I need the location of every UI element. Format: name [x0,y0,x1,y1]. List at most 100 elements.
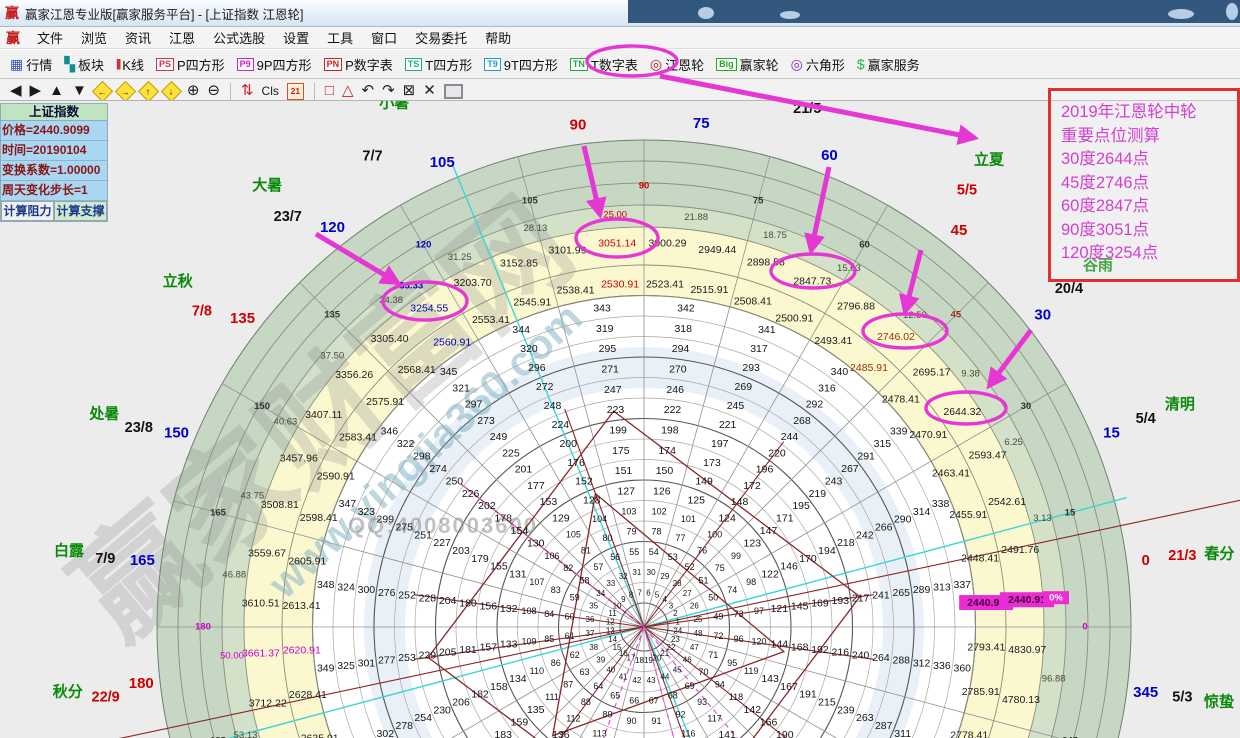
toolbar-item-t-number-table[interactable]: TNT数字表 [564,52,644,76]
svg-text:112: 112 [566,713,580,723]
svg-text:0: 0 [1141,552,1149,569]
svg-text:294: 294 [672,343,690,355]
square-tool-icon[interactable]: □ [325,81,334,101]
toolbar-item-t-square[interactable]: TST四方形 [399,52,478,76]
screen-display-icon[interactable] [444,84,463,99]
toolbar-item-sectors[interactable]: ▚板块 [58,52,110,76]
toolbar-item-p-square[interactable]: PSP四方形 [150,52,231,76]
svg-text:301: 301 [358,657,376,669]
svg-text:42: 42 [632,676,641,685]
menu-tools[interactable]: 工具 [318,28,362,47]
winner-wheel-icon: Big [716,58,737,71]
9p-square-label: 9P四方形 [257,55,312,74]
svg-text:338: 338 [932,498,950,510]
svg-text:343: 343 [593,303,611,315]
svg-text:2568.41: 2568.41 [398,364,436,376]
svg-text:94: 94 [715,680,725,690]
shift-up-icon[interactable]: ↑ [138,80,159,101]
svg-text:129: 129 [552,512,570,524]
rotate-cw-icon[interactable]: ↷ [382,81,395,101]
svg-text:191: 191 [799,689,817,701]
svg-text:272: 272 [536,381,554,393]
cls-button[interactable]: Cls [262,81,279,101]
toolbar-item-p-number-table[interactable]: PNP数字表 [318,52,399,76]
toolbar-item-9t-square[interactable]: T99T四方形 [478,52,564,76]
svg-text:47: 47 [690,643,699,652]
menu-gann[interactable]: 江恩 [160,28,204,47]
svg-text:80: 80 [602,533,612,543]
toolbar-item-9p-square[interactable]: P99P四方形 [231,52,318,76]
menu-info[interactable]: 资讯 [116,28,160,47]
svg-text:3356.26: 3356.26 [335,369,373,381]
page-down-icon[interactable]: ▼ [72,81,87,101]
svg-text:7: 7 [637,588,642,597]
svg-text:2793.41: 2793.41 [967,642,1005,654]
svg-text:316: 316 [818,382,836,394]
svg-text:198: 198 [661,424,679,436]
svg-text:177: 177 [527,480,545,492]
triangle-tool-icon[interactable]: △ [342,81,354,101]
zoom-out-icon[interactable]: ⊖ [207,81,220,101]
svg-text:85: 85 [544,634,554,644]
calendar-icon[interactable]: 21 [287,83,304,100]
svg-text:265: 265 [893,587,911,599]
svg-text:288: 288 [893,655,911,667]
toolbar-item-kline[interactable]: |||K线 [110,52,150,76]
svg-text:25: 25 [694,615,703,624]
svg-text:2553.41: 2553.41 [472,314,510,326]
svg-text:15.63: 15.63 [837,263,861,274]
anno-level-30: 30度2644点 [1061,148,1237,172]
menu-help[interactable]: 帮助 [476,28,520,47]
svg-text:86: 86 [551,658,561,668]
svg-text:267: 267 [841,463,859,475]
svg-text:317: 317 [750,343,768,355]
svg-text:50: 50 [708,593,718,603]
p-square-label: P四方形 [177,55,225,74]
back-icon[interactable]: ◀ [10,81,22,101]
menu-formula-stock[interactable]: 公式选股 [204,28,274,47]
select-box-icon[interactable]: ⊠ [403,81,416,101]
page-up-icon[interactable]: ▲ [49,81,64,101]
center-cross-icon[interactable]: ✕ [423,81,436,101]
toolbar-item-winner-wheel[interactable]: Big赢家轮 [710,52,785,76]
shift-right-icon[interactable]: → [115,80,136,101]
svg-text:218: 218 [837,537,855,549]
svg-text:3559.67: 3559.67 [248,548,286,560]
svg-text:254: 254 [414,712,432,724]
menu-settings[interactable]: 设置 [274,28,318,47]
forward-icon[interactable]: ▶ [30,81,42,101]
svg-text:63: 63 [579,667,589,677]
svg-text:23/7: 23/7 [274,209,302,225]
toolbar-item-gann-wheel[interactable]: ◎江恩轮 [644,52,710,76]
toolbar-item-winner-service[interactable]: $赢家服务 [851,52,926,76]
svg-text:345: 345 [440,366,458,378]
rotate-ccw-icon[interactable]: ↶ [362,81,375,101]
svg-text:150: 150 [254,401,270,412]
shift-down-icon[interactable]: ↓ [161,80,182,101]
svg-text:246: 246 [666,384,684,396]
svg-text:108: 108 [521,606,536,616]
toolbar-item-quotes[interactable]: ▦行情 [4,52,58,76]
svg-text:206: 206 [452,697,470,709]
shift-left-icon[interactable]: ← [92,80,113,101]
toolbar-item-hexagon[interactable]: ◎六角形 [785,52,851,76]
svg-text:60: 60 [565,612,575,622]
svg-text:105: 105 [430,154,455,171]
menu-trade[interactable]: 交易委托 [406,28,476,47]
calc-resistance-button[interactable]: 计算阻力 [1,201,54,221]
svg-text:178: 178 [494,513,512,525]
svg-text:7/7: 7/7 [362,149,382,165]
quotes-icon: ▦ [10,57,23,71]
calc-support-button[interactable]: 计算支撑 [54,201,107,221]
menu-file[interactable]: 文件 [28,28,72,47]
time-updown-icon[interactable]: ⇅ [241,81,254,101]
zoom-in-icon[interactable]: ⊕ [187,81,200,101]
svg-text:117: 117 [707,713,721,723]
menu-browse[interactable]: 浏览 [72,28,116,47]
svg-text:147: 147 [760,525,778,537]
svg-text:135: 135 [324,310,341,321]
svg-text:立秋: 立秋 [163,272,194,290]
svg-text:8: 8 [629,591,634,600]
menu-window[interactable]: 窗口 [362,28,406,47]
svg-text:2796.88: 2796.88 [837,301,875,313]
